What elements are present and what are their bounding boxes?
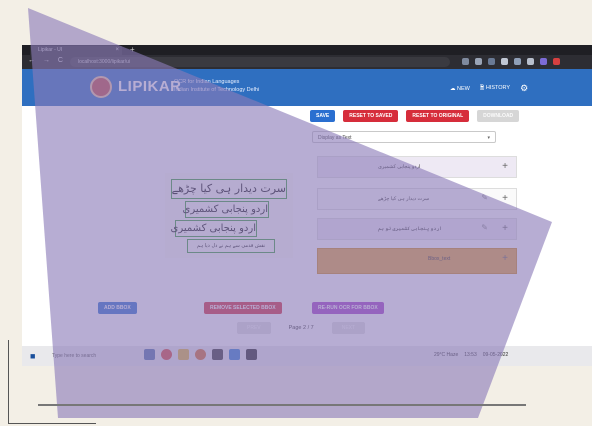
- pagination: PREV Page 2 / 7 NEXT: [237, 322, 366, 334]
- edit-icon[interactable]: ✎: [481, 223, 488, 232]
- os-taskbar: ■ Type here to search 29°C Haze 13:53 09…: [22, 346, 592, 366]
- taskbar-apps: [144, 349, 257, 360]
- row-text: Bbox_text: [428, 256, 451, 262]
- vscode-icon[interactable]: [229, 349, 240, 360]
- tab-title: Lipikar - UI: [38, 47, 63, 53]
- browser-address-bar: ← → C ⌂ localhost:3000/lipikar/ui: [22, 55, 592, 69]
- app-icon[interactable]: [195, 349, 206, 360]
- mail-icon[interactable]: [212, 349, 223, 360]
- clock-date[interactable]: 09-05-2022: [483, 352, 509, 358]
- browser-tabbar: Lipikar - UI × +: [22, 45, 592, 55]
- clock-time[interactable]: 13:53: [464, 352, 477, 358]
- app-header: LIPIKAR OCR for Indian Languages Indian …: [22, 69, 592, 106]
- terminal-icon[interactable]: [246, 349, 257, 360]
- remove-bbox-button[interactable]: REMOVE SELECTED BBOX: [204, 302, 282, 314]
- gear-icon[interactable]: ⚙: [520, 83, 528, 94]
- download-button[interactable]: DOWNLOAD: [477, 110, 520, 122]
- reset-to-saved-button[interactable]: RESET TO SAVED: [343, 110, 399, 122]
- row-text: اردو پنجابی کشمیری تو ہم: [378, 226, 443, 232]
- rerun-ocr-button[interactable]: RE-RUN OCR FOR BBOX: [312, 302, 384, 314]
- toolbar: SAVE RESET TO SAVED RESET TO ORIGINAL DO…: [310, 110, 520, 122]
- url-field[interactable]: localhost:3000/lipikar/ui: [70, 57, 450, 67]
- new-button[interactable]: ☁ NEW: [450, 86, 470, 92]
- row-text: سرت دیدار ہی کیا چڑھے: [378, 196, 430, 202]
- header-actions: ☁ NEW 🗎 HISTORY ⚙: [450, 83, 528, 94]
- extension-icon[interactable]: [540, 58, 547, 65]
- windows-icon[interactable]: ■: [30, 351, 35, 361]
- chrome-icon[interactable]: [161, 349, 172, 360]
- edit-icon[interactable]: ✎: [481, 193, 488, 202]
- row-text: اردو پنجابی کشمیری: [378, 164, 421, 170]
- new-tab-button[interactable]: +: [130, 45, 135, 55]
- new-label: NEW: [457, 85, 470, 92]
- extension-icon[interactable]: [462, 58, 469, 65]
- text-row-active[interactable]: Bbox_text +: [317, 248, 517, 274]
- extension-icon[interactable]: [501, 58, 508, 65]
- brand-subtitle: OCR for Indian Languages: [174, 79, 240, 85]
- extension-icon[interactable]: [488, 58, 495, 65]
- main-content: SAVE RESET TO SAVED RESET TO ORIGINAL DO…: [22, 106, 592, 346]
- chevron-down-icon: ▾: [487, 135, 490, 141]
- save-button[interactable]: SAVE: [310, 110, 336, 122]
- bbox-line[interactable]: سرت دیدار ہی کیا چڑھے: [171, 179, 287, 199]
- browser-tab[interactable]: Lipikar - UI ×: [30, 46, 122, 55]
- bbox-line[interactable]: اردو پنجابی کشمیری: [171, 220, 257, 237]
- brand-institute: Indian Institute of Technology Delhi: [174, 87, 260, 93]
- frame-line-bottom: [8, 423, 96, 424]
- document-image[interactable]: سرت دیدار ہی کیا چڑھے اردو پنجابی کشمیری…: [165, 173, 293, 258]
- text-row[interactable]: سرت دیدار ہی کیا چڑھے ✎ +: [317, 188, 517, 210]
- prev-button[interactable]: PREV: [237, 322, 271, 334]
- display-mode-select[interactable]: Display as Text ▾: [312, 131, 496, 143]
- select-value: Display as Text: [318, 135, 352, 141]
- extension-icon[interactable]: [475, 58, 482, 65]
- history-button[interactable]: 🗎 HISTORY: [480, 84, 510, 93]
- bbox-line[interactable]: نقش قدمی سے ہم نے دل دیا ہم: [187, 239, 275, 253]
- taskbar-search[interactable]: Type here to search: [46, 350, 130, 362]
- page-indicator: Page 2 / 7: [288, 325, 314, 331]
- add-row-icon[interactable]: +: [502, 193, 508, 204]
- extension-icon[interactable]: [553, 58, 560, 65]
- system-tray: 29°C Haze 13:53 09-05-2022: [434, 352, 508, 358]
- text-row[interactable]: اردو پنجابی کشمیری +: [317, 156, 517, 178]
- extension-icon[interactable]: [514, 58, 521, 65]
- screen: Lipikar - UI × + ← → C ⌂ localhost:3000/…: [0, 0, 592, 426]
- next-button[interactable]: NEXT: [331, 322, 366, 334]
- taskview-icon[interactable]: [144, 349, 155, 360]
- brand-name: LIPIKAR: [118, 78, 182, 95]
- add-bbox-button[interactable]: ADD BBOX: [98, 302, 137, 314]
- frame-line-horizontal: [38, 404, 526, 406]
- close-icon[interactable]: ×: [115, 46, 119, 55]
- bbox-line[interactable]: اردو پنجابی کشمیری: [183, 201, 269, 218]
- add-row-icon[interactable]: +: [502, 253, 508, 264]
- files-icon[interactable]: [178, 349, 189, 360]
- add-row-icon[interactable]: +: [502, 223, 508, 234]
- history-label: HISTORY: [485, 85, 511, 91]
- extension-icon[interactable]: [527, 58, 534, 65]
- weather[interactable]: 29°C Haze: [434, 352, 458, 358]
- reset-to-original-button[interactable]: RESET TO ORIGINAL: [406, 110, 470, 122]
- add-row-icon[interactable]: +: [502, 161, 508, 172]
- frame-line-vertical: [8, 340, 9, 424]
- extension-icons: [462, 56, 560, 65]
- text-row[interactable]: اردو پنجابی کشمیری تو ہم ✎ +: [317, 218, 517, 240]
- logo-icon: [90, 76, 112, 98]
